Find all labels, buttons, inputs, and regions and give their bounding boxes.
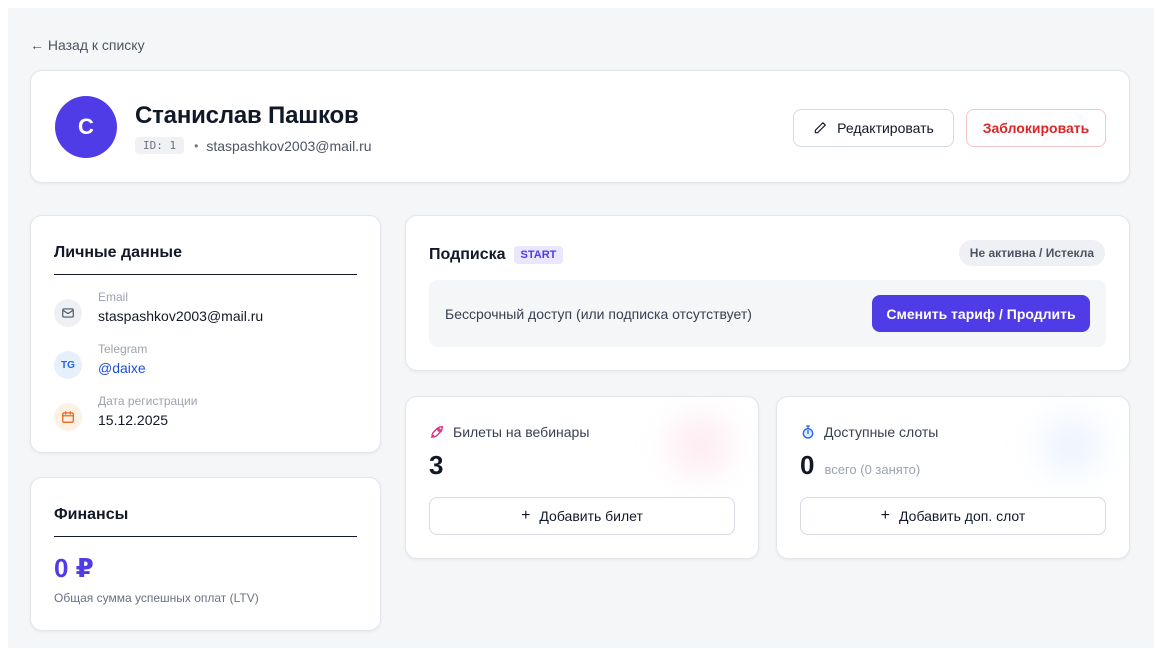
telegram-icon: TG [54,351,82,379]
subscription-card: Подписка START Не активна / Истекла Бесс… [405,215,1130,371]
edit-button[interactable]: Редактировать [793,109,954,147]
webinar-tickets-card: Билеты на вебинары 3 + Добавить билет [405,396,759,559]
avatar: С [55,96,117,158]
available-slots-card: Доступные слоты 0 всего (0 занято) + Доб… [776,396,1130,559]
user-header-card: С Станислав Пашков ID: 1 • staspashkov20… [30,70,1130,183]
edit-button-label: Редактировать [837,120,934,136]
finance-title: Финансы [54,506,357,537]
personal-data-card: Личные данные Email staspashkov2003@mail… [30,215,381,453]
ltv-amount: 0 ₽ [54,553,94,583]
change-plan-button[interactable]: Сменить тариф / Продлить [872,295,1090,332]
info-value-email: staspashkov2003@mail.ru [98,308,264,324]
info-value-registration: 15.12.2025 [98,412,169,428]
plus-icon: + [880,507,891,524]
meta-separator: • [194,138,199,153]
info-label-email: Email [98,290,129,304]
subscription-title: Подписка [429,246,506,263]
tickets-label: Билеты на вебинары [453,424,590,440]
info-item-email: Email staspashkov2003@mail.ru [54,290,263,327]
stopwatch-icon [802,425,814,439]
block-button-label: Заблокировать [982,120,1090,136]
subscription-title-row: Подписка START [429,246,564,264]
tickets-count: 3 [429,450,444,480]
subscription-status-badge: Не активна / Истекла [958,240,1105,266]
add-slot-label: Добавить доп. слот [899,508,1026,524]
calendar-icon [54,403,82,431]
slots-value-row: 0 всего (0 занято) [800,450,920,481]
subscription-panel: Бессрочный доступ (или подписка отсутств… [429,280,1106,347]
add-slot-button[interactable]: + Добавить доп. слот [800,497,1106,535]
user-id-badge: ID: 1 [135,137,185,154]
user-email: staspashkov2003@mail.ru [206,137,372,154]
user-meta: ID: 1 • staspashkov2003@mail.ru [135,137,372,154]
slots-subtext: всего (0 занято) [824,462,921,477]
page: ← Назад к списку С Станислав Пашков ID: … [8,8,1154,648]
add-ticket-label: Добавить билет [539,508,643,524]
back-to-list-link[interactable]: ← Назад к списку [30,37,145,53]
pencil-icon [814,122,826,134]
slots-count: 0 [800,450,815,480]
telegram-link[interactable]: @daixe [98,358,147,378]
info-label-registration: Дата регистрации [98,394,198,408]
finance-card: Финансы 0 ₽ Общая сумма успешных оплат (… [30,477,381,631]
user-name: Станислав Пашков [135,102,359,129]
info-item-telegram: TG Telegram @daixe [54,342,147,379]
plus-icon: + [521,507,531,524]
add-ticket-button[interactable]: + Добавить билет [429,497,735,535]
info-label-telegram: Telegram [98,342,148,356]
slots-label-row: Доступные слоты [800,424,938,440]
info-item-registration: Дата регистрации 15.12.2025 [54,394,197,431]
ltv-caption: Общая сумма успешных оплат (LTV) [54,591,259,605]
tickets-label-row: Билеты на вебинары [429,424,589,440]
tickets-value-row: 3 [429,450,443,481]
change-plan-button-label: Сменить тариф / Продлить [886,305,1076,322]
block-button[interactable]: Заблокировать [966,109,1106,147]
slots-label: Доступные слоты [824,424,939,440]
subscription-description: Бессрочный доступ (или подписка отсутств… [445,306,752,322]
mail-icon [54,299,82,327]
decorative-glow [650,405,750,485]
decorative-glow [1021,405,1121,485]
plan-badge: START [513,246,564,264]
rocket-icon [431,426,443,438]
personal-data-title: Личные данные [54,244,357,275]
